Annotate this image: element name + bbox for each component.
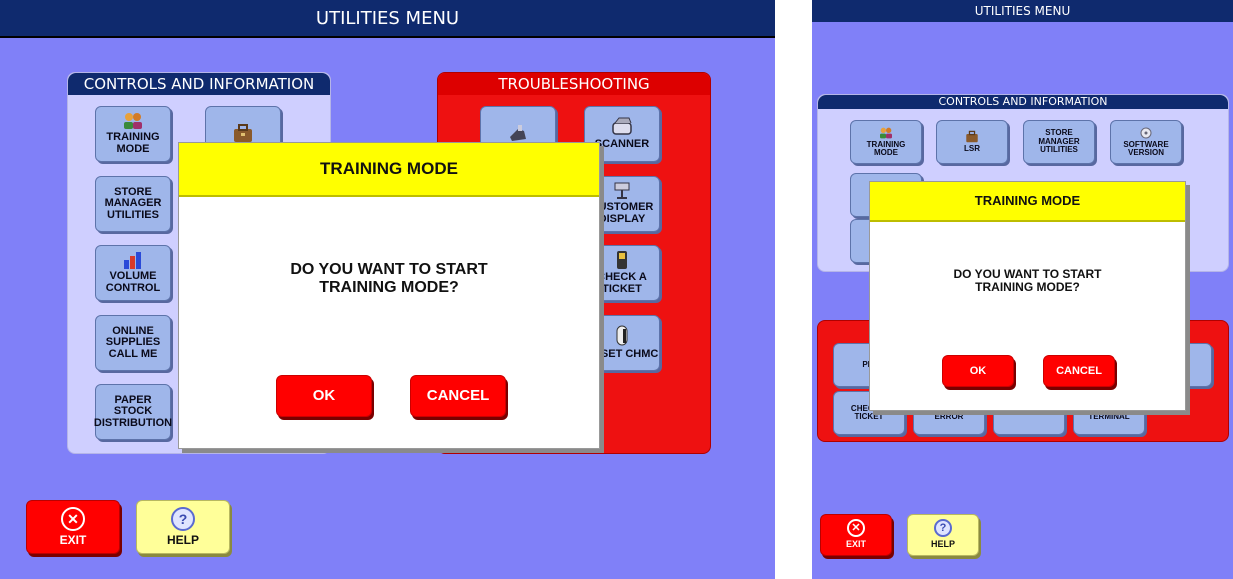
briefcase-icon xyxy=(234,124,252,142)
chmc-device-icon xyxy=(616,325,628,346)
training-mode-dialog: TRAINING MODE DO YOU WANT TO START TRAIN… xyxy=(178,142,600,449)
exit-x-icon: ✕ xyxy=(61,507,85,531)
dialog-title: TRAINING MODE xyxy=(870,182,1185,222)
store-manager-utilities-label: STORE MANAGER UTILITIES xyxy=(104,185,162,221)
training-people-icon xyxy=(124,113,142,130)
disc-icon xyxy=(1140,127,1152,139)
online-supplies-label: ONLINE SUPPLIES CALL ME xyxy=(105,324,161,360)
title-bar: UTILITIES MENU xyxy=(0,0,775,38)
lsr-label: LSR xyxy=(964,144,980,154)
controls-panel-heading: CONTROLS AND INFORMATION xyxy=(68,73,330,95)
customer-display-label: CUSTOMER DISPLAY xyxy=(590,201,654,225)
dialog-message-line2: TRAINING MODE? xyxy=(975,280,1080,295)
dialog-message: DO YOU WANT TO START TRAINING MODE? xyxy=(179,261,599,296)
troubleshooting-panel-heading: TROUBLESHOOTING xyxy=(438,73,710,95)
briefcase-icon xyxy=(966,131,978,143)
title-bar: UTILITIES MENU xyxy=(812,0,1233,22)
dialog-message-line1: DO YOU WANT TO START xyxy=(290,261,488,278)
software-version-label: SOFTWARE VERSION xyxy=(1123,139,1169,157)
help-label: HELP xyxy=(930,539,955,549)
controls-panel-heading: CONTROLS AND INFORMATION xyxy=(818,95,1228,109)
dialog-message: DO YOU WANT TO START TRAINING MODE? xyxy=(870,267,1185,295)
check-ticket-label: CHECK A TICKET xyxy=(597,271,647,295)
paper-stock-label: PAPER STOCK DISTRIBUTION xyxy=(93,393,173,429)
store-manager-utilities-label: STORE MANAGER UTILITIES xyxy=(1038,128,1080,155)
ok-button[interactable]: OK xyxy=(276,375,372,417)
printer-icon xyxy=(510,125,526,141)
help-question-icon: ? xyxy=(171,507,195,531)
page-title: UTILITIES MENU xyxy=(315,8,460,29)
exit-label: EXIT xyxy=(845,539,866,549)
help-label: HELP xyxy=(166,533,199,547)
training-mode-label: TRAINING MODE xyxy=(106,131,160,155)
display-pole-icon xyxy=(614,182,630,200)
utilities-screen-large: UTILITIES MENU CONTROLS AND INFORMATION … xyxy=(0,0,775,579)
help-button[interactable]: ? HELP xyxy=(907,514,979,556)
dialog-message-line2: TRAINING MODE? xyxy=(319,278,459,296)
ticket-checker-icon xyxy=(617,251,627,270)
training-people-icon xyxy=(880,127,892,138)
dialog-title: TRAINING MODE xyxy=(179,143,599,197)
exit-button[interactable]: ✕ EXIT xyxy=(820,514,892,556)
cancel-button[interactable]: CANCEL xyxy=(1043,355,1115,387)
help-question-icon: ? xyxy=(934,519,952,537)
store-manager-utilities-tile[interactable]: STORE MANAGER UTILITIES xyxy=(1023,120,1095,164)
paper-stock-tile[interactable]: PAPER STOCK DISTRIBUTION xyxy=(93,384,173,440)
cancel-button[interactable]: CANCEL xyxy=(410,375,506,417)
utilities-screen-small: UTILITIES MENU CONTROLS AND INFORMATION … xyxy=(812,0,1233,579)
training-mode-tile[interactable]: TRAINING MODE xyxy=(850,120,922,164)
training-mode-tile[interactable]: TRAINING MODE xyxy=(95,106,171,162)
help-button[interactable]: ? HELP xyxy=(136,500,230,554)
training-mode-dialog: TRAINING MODE DO YOU WANT TO START TRAIN… xyxy=(869,181,1186,411)
online-supplies-tile[interactable]: ONLINE SUPPLIES CALL ME xyxy=(95,315,171,371)
scanner-icon xyxy=(612,117,632,135)
scanner-label: SCANNER xyxy=(594,138,650,151)
exit-label: EXIT xyxy=(59,533,87,547)
lsr-tile[interactable]: LSR xyxy=(936,120,1008,164)
volume-control-tile[interactable]: VOLUME CONTROL xyxy=(95,245,171,301)
exit-button[interactable]: ✕ EXIT xyxy=(26,500,120,554)
title-divider xyxy=(0,36,775,38)
software-version-tile[interactable]: SOFTWARE VERSION xyxy=(1110,120,1182,164)
volume-bars-icon xyxy=(124,252,141,270)
volume-control-label: VOLUME CONTROL xyxy=(105,270,161,294)
ok-button[interactable]: OK xyxy=(942,355,1014,387)
page-title: UTILITIES MENU xyxy=(974,4,1071,18)
training-mode-label: TRAINING MODE xyxy=(866,139,906,157)
exit-x-icon: ✕ xyxy=(847,519,865,537)
store-manager-utilities-tile[interactable]: STORE MANAGER UTILITIES xyxy=(95,176,171,232)
